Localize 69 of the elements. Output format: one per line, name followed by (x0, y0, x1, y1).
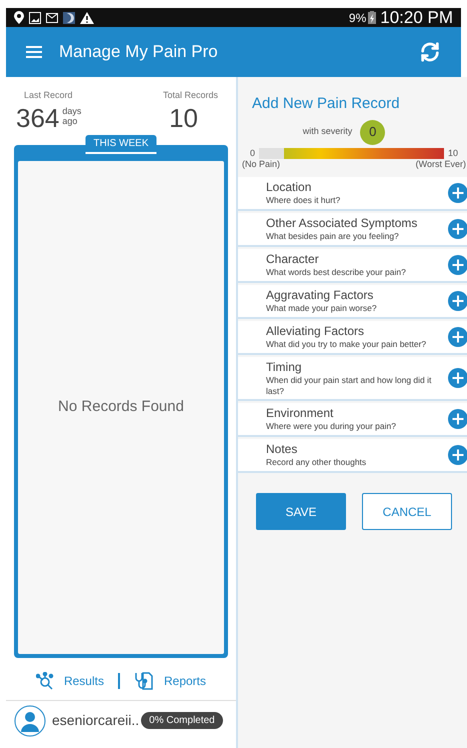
severity-value: 0 (360, 120, 386, 144)
profile-name: eseniorcareii.. (52, 711, 140, 730)
record-section[interactable]: Aggravating Factors What made your pain worse? (238, 285, 467, 319)
section-hint: What words best describe your pain? (266, 267, 407, 278)
form-title: Add New Pain Record (252, 94, 401, 114)
app-title: Manage My Pain Pro (59, 41, 218, 64)
record-section[interactable]: Character What words best describe your pain? (238, 249, 467, 283)
add-icon[interactable] (448, 255, 467, 275)
molecule-search-icon (36, 672, 54, 690)
stethoscope-document-icon (134, 670, 154, 690)
this-week-tab[interactable]: THIS WEEK (86, 134, 156, 154)
section-title: Location (266, 180, 312, 196)
record-section[interactable]: Location Where does it hurt? (238, 177, 467, 211)
section-title: Notes (266, 442, 298, 458)
location-pin-icon (14, 11, 24, 24)
cancel-button[interactable]: CANCEL (362, 493, 452, 530)
slider-thumb[interactable] (259, 148, 284, 159)
total-records-value: 10 (169, 104, 198, 130)
days-unit: days (62, 106, 82, 116)
section-hint: Record any other thoughts (266, 457, 368, 468)
section-title: Environment (266, 406, 334, 422)
no-pain-label: (No Pain) (242, 160, 280, 169)
section-title: Aggravating Factors (266, 288, 374, 304)
total-records-label: Total Records (162, 89, 218, 102)
record-section[interactable]: Other Associated Symptoms What besides pain are you feeling? (238, 213, 467, 247)
severity-slider[interactable] (259, 148, 444, 159)
section-hint: What made your pain worse? (266, 303, 378, 314)
add-icon[interactable] (448, 291, 467, 311)
add-icon[interactable] (448, 368, 467, 388)
section-hint: Where were you during your pain? (266, 421, 397, 432)
section-hint: Where does it hurt? (266, 195, 342, 206)
section-title: Alleviating Factors (266, 324, 366, 340)
record-section[interactable]: Timing When did your pain start and how long did it last? (238, 357, 467, 402)
ago-unit: ago (62, 116, 78, 126)
worst-ever-label: (Worst Ever) (416, 160, 466, 169)
save-button[interactable]: SAVE (256, 493, 346, 530)
add-icon[interactable] (448, 327, 467, 347)
section-title: Timing (266, 360, 303, 375)
sync-icon[interactable] (419, 41, 441, 63)
section-title: Character (266, 252, 320, 268)
add-icon[interactable] (448, 219, 467, 239)
moon-icon (63, 12, 75, 24)
battery-percent: 9% (348, 10, 366, 26)
record-section[interactable]: Alleviating Factors What did you try to make your pain better? (238, 321, 467, 355)
section-hint: What did you try to make your pain better? (266, 339, 428, 350)
severity-label: with severity (302, 125, 352, 138)
scale-max: 10 (448, 146, 458, 160)
battery-charging-icon (368, 11, 376, 24)
add-icon[interactable] (448, 409, 467, 430)
scale-min: 0 (250, 146, 256, 160)
record-section[interactable]: Environment Where were you during your pain? (238, 403, 467, 438)
mail-icon (46, 12, 58, 24)
results-link[interactable]: Results (36, 672, 104, 690)
section-title: Other Associated Symptoms (266, 216, 418, 232)
last-record-value: 364 (16, 104, 60, 130)
image-icon (29, 12, 41, 24)
add-icon[interactable] (448, 183, 467, 203)
menu-icon[interactable] (26, 46, 42, 58)
clock-time: 10:20 PM (380, 9, 453, 26)
section-hint: What besides pain are you feeling? (266, 231, 400, 242)
section-hint: When did your pain start and how long did it last? (266, 375, 432, 396)
last-record-label: Last Record (24, 89, 73, 102)
progress-badge: 0% Completed (141, 712, 223, 729)
record-section[interactable]: Notes Record any other thoughts (238, 439, 467, 474)
warning-icon (80, 12, 94, 24)
avatar-icon[interactable] (14, 704, 46, 736)
empty-message: No Records Found (58, 396, 184, 417)
reports-link[interactable]: Reports (134, 670, 206, 690)
add-icon[interactable] (448, 445, 467, 466)
